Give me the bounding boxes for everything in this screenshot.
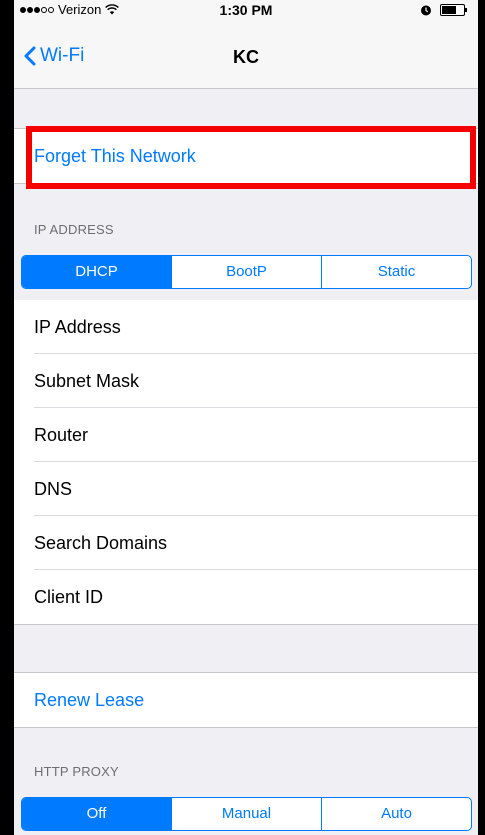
client-id-row[interactable]: Client ID bbox=[14, 570, 478, 624]
ip-address-row[interactable]: IP Address bbox=[14, 300, 478, 354]
status-right bbox=[420, 4, 468, 16]
segment-manual[interactable]: Manual bbox=[171, 798, 321, 830]
ip-details-list: IP Address Subnet Mask Router DNS Search… bbox=[14, 300, 478, 625]
segment-bootp[interactable]: BootP bbox=[171, 256, 321, 288]
renew-lease-button[interactable]: Renew Lease bbox=[14, 673, 478, 727]
proxy-mode-segmented-control: Off Manual Auto bbox=[21, 797, 472, 831]
renew-lease-group: Renew Lease bbox=[14, 672, 478, 728]
segment-auto[interactable]: Auto bbox=[321, 798, 471, 830]
alarm-clock-icon bbox=[421, 5, 431, 16]
segment-static[interactable]: Static bbox=[321, 256, 471, 288]
dns-row[interactable]: DNS bbox=[14, 462, 478, 516]
segment-off[interactable]: Off bbox=[22, 798, 171, 830]
wifi-network-details-screen: Verizon 1:30 PM Wi-Fi KC Forget This Net… bbox=[14, 0, 478, 835]
search-domains-row[interactable]: Search Domains bbox=[14, 516, 478, 570]
navigation-bar: Wi-Fi KC bbox=[14, 22, 478, 89]
forget-network-group: Forget This Network bbox=[14, 128, 478, 184]
status-time: 1:30 PM bbox=[219, 2, 273, 18]
ip-address-section-header: IP ADDRESS bbox=[34, 222, 114, 237]
subnet-mask-row[interactable]: Subnet Mask bbox=[14, 354, 478, 408]
page-title: KC bbox=[233, 47, 259, 67]
ip-mode-segmented-control: DHCP BootP Static bbox=[21, 255, 472, 289]
router-row[interactable]: Router bbox=[14, 408, 478, 462]
battery-icon bbox=[440, 4, 467, 16]
segment-dhcp[interactable]: DHCP bbox=[22, 256, 171, 288]
status-bar: Verizon 1:30 PM bbox=[14, 0, 478, 22]
http-proxy-section-header: HTTP PROXY bbox=[34, 764, 119, 779]
forget-network-button[interactable]: Forget This Network bbox=[14, 129, 478, 183]
